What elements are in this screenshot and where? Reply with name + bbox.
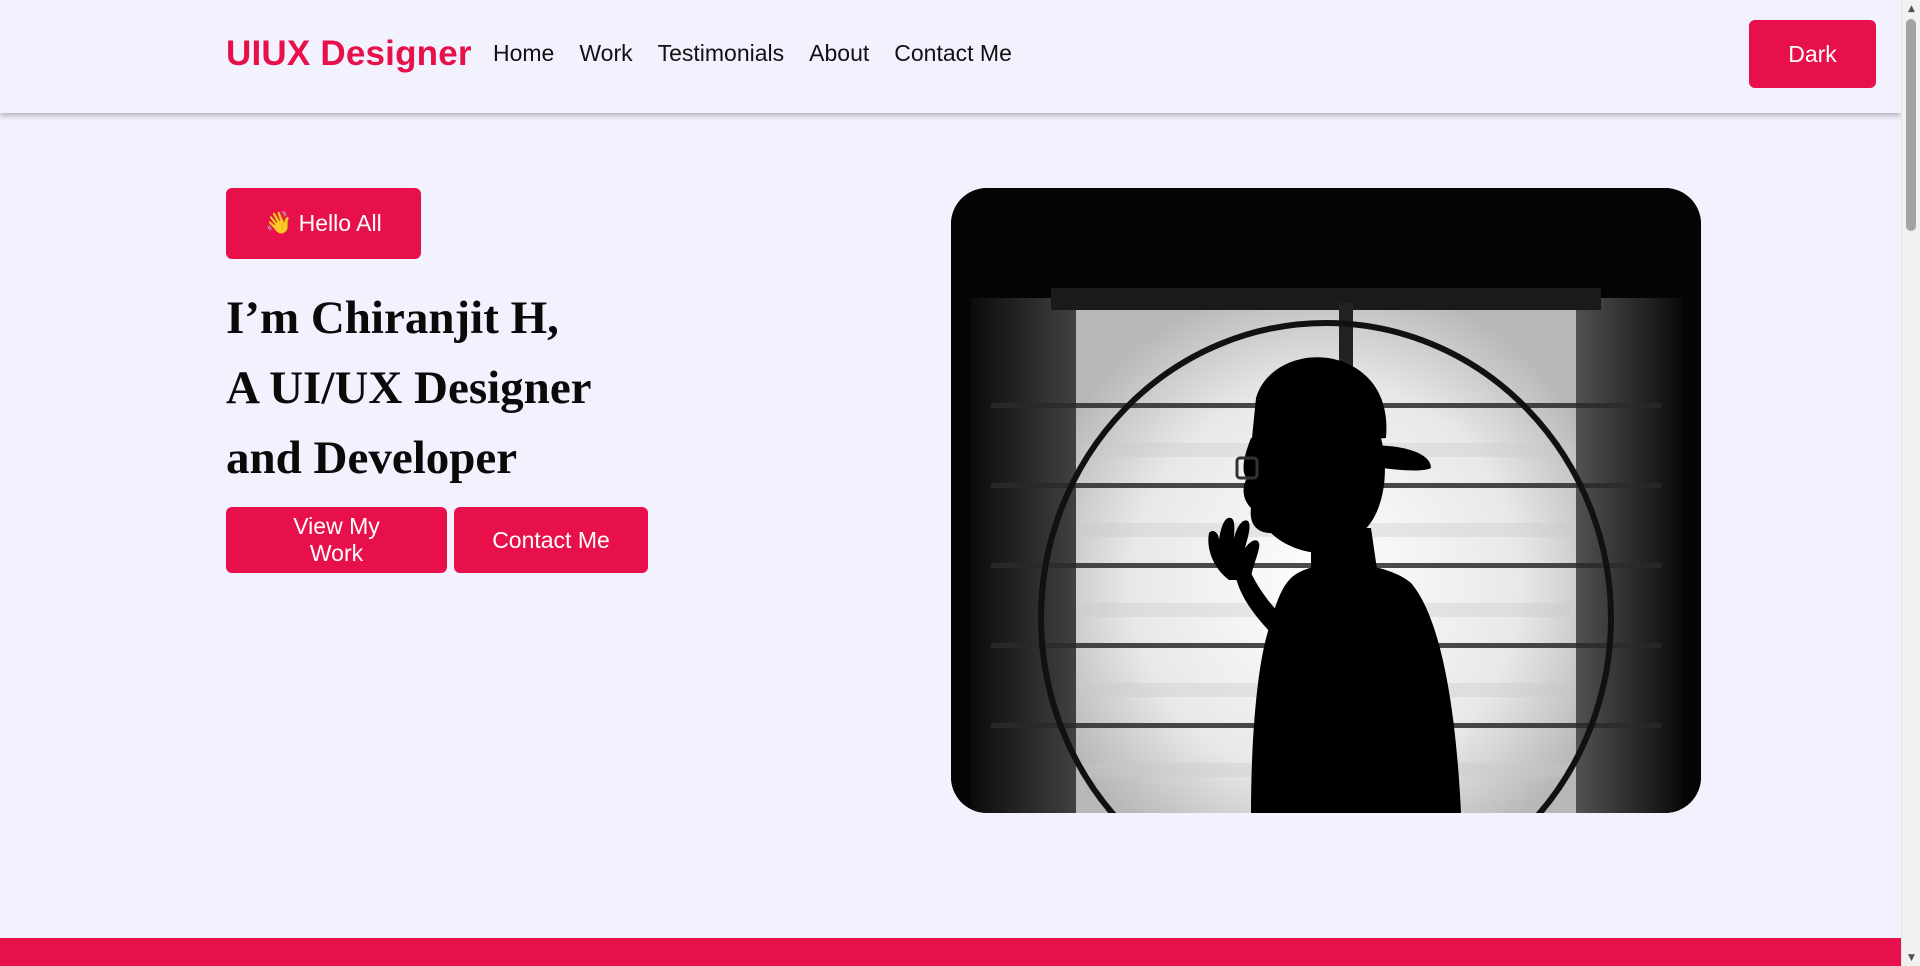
view-my-work-button[interactable]: View My Work — [226, 507, 447, 573]
scrollbar-thumb[interactable] — [1906, 19, 1916, 231]
nav-links: Home Work Testimonials About Contact Me — [493, 40, 1012, 67]
headline-line-3: and Developer — [226, 432, 518, 484]
headline-line-2: A UI/UX Designer — [226, 362, 592, 414]
nav-link-work[interactable]: Work — [579, 40, 632, 67]
hello-badge-label: Hello All — [298, 210, 382, 236]
brand-logo[interactable]: UIUX Designer — [226, 34, 472, 74]
waving-hand-icon: 👋 — [265, 210, 293, 236]
nav-link-home[interactable]: Home — [493, 40, 554, 67]
hero-portrait-image — [951, 188, 1701, 813]
hello-badge[interactable]: 👋 Hello All — [226, 188, 421, 259]
scroll-down-arrow-icon[interactable]: ▼ — [1902, 949, 1920, 966]
nav-link-about[interactable]: About — [809, 40, 869, 67]
contact-me-button[interactable]: Contact Me — [454, 507, 648, 573]
hero-cta-row: View My Work Contact Me — [226, 507, 648, 573]
hero-headline: I’m Chiranjit H, A UI/UX Designer and De… — [226, 283, 592, 493]
bottom-section-strip — [0, 938, 1901, 966]
dark-mode-toggle-button[interactable]: Dark — [1749, 20, 1876, 88]
navbar: UIUX Designer Home Work Testimonials Abo… — [0, 0, 1901, 113]
scrollbar[interactable]: ▲ ▼ — [1901, 0, 1920, 966]
nav-link-testimonials[interactable]: Testimonials — [658, 40, 785, 67]
page: UIUX Designer Home Work Testimonials Abo… — [0, 0, 1901, 966]
headline-line-1: I’m Chiranjit H, — [226, 292, 559, 344]
nav-link-contact[interactable]: Contact Me — [894, 40, 1012, 67]
scroll-up-arrow-icon[interactable]: ▲ — [1902, 0, 1920, 17]
